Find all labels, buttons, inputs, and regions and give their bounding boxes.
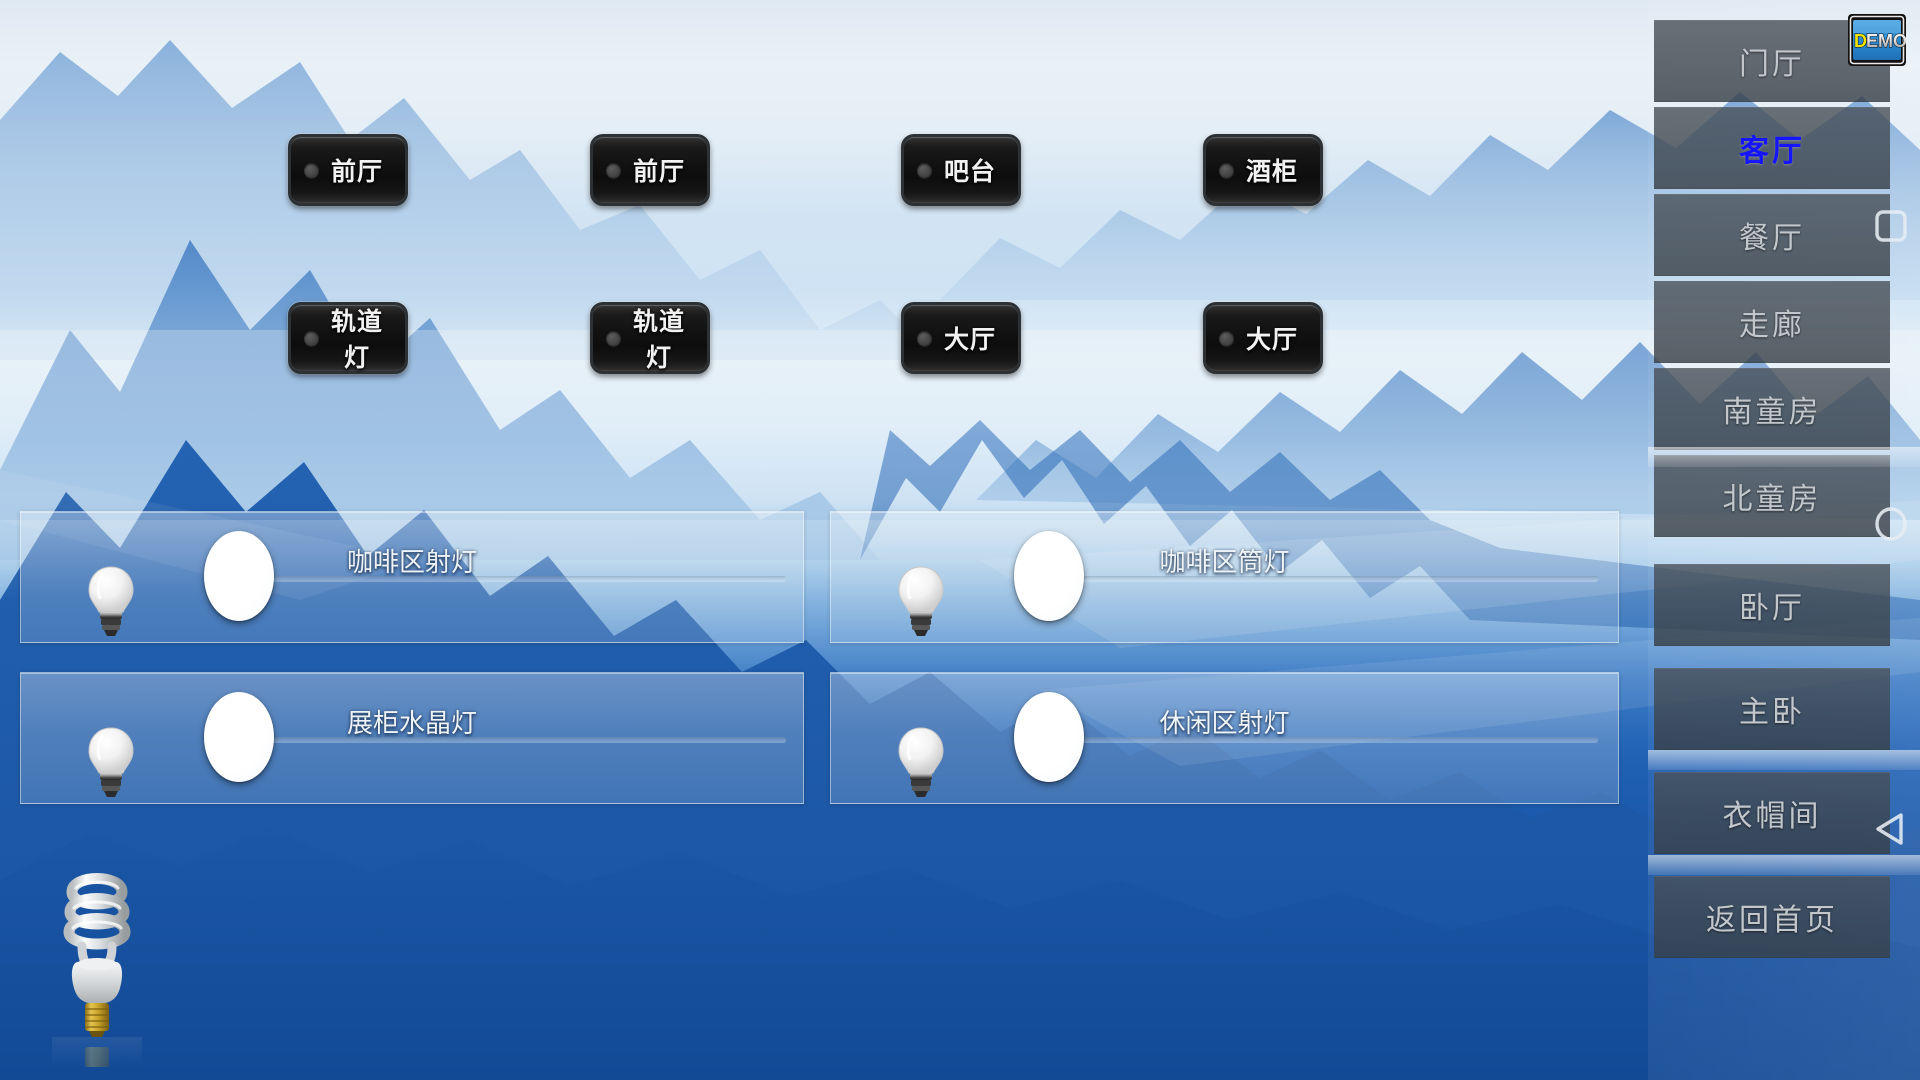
dimmer-knob[interactable]	[1014, 692, 1084, 782]
dimmer-track[interactable]	[256, 576, 786, 581]
led-indicator-icon	[917, 330, 932, 346]
led-indicator-icon	[606, 162, 621, 178]
sidebar-sheen-strip	[1648, 855, 1920, 875]
scene-button-label: 酒柜	[1245, 158, 1298, 186]
incandescent-bulb-icon	[88, 727, 134, 797]
scene-button-0[interactable]: 前厅	[288, 134, 408, 206]
dimmer-knob[interactable]	[1014, 531, 1084, 621]
sidebar-item-label: 门厅	[1739, 48, 1805, 81]
app-root: 前厅 前厅 吧台 酒柜 轨道灯 轨道灯 大厅 大厅 咖啡区射灯 咖啡区筒灯 展柜…	[0, 0, 1920, 1080]
dimmer-title: 休闲区射灯	[1159, 708, 1290, 738]
scene-button-label: 轨道灯	[632, 308, 685, 372]
led-indicator-icon	[917, 162, 932, 178]
dimmer-title: 咖啡区筒灯	[1159, 547, 1290, 577]
dimmer-panel-0[interactable]: 咖啡区射灯	[20, 511, 804, 643]
sidebar-item-9[interactable]: 返回首页	[1654, 876, 1890, 958]
sidebar-item-5[interactable]: 北童房	[1654, 455, 1890, 537]
dimmer-track[interactable]	[1066, 737, 1598, 742]
dimmer-track[interactable]	[256, 737, 786, 742]
scene-button-label: 大厅	[1245, 326, 1298, 354]
dimmer-title: 咖啡区射灯	[346, 547, 477, 577]
scene-button-7[interactable]: 大厅	[1203, 302, 1323, 374]
sidebar-item-label: 返回首页	[1706, 904, 1838, 937]
sidebar-item-2[interactable]: 餐厅	[1654, 194, 1890, 276]
sidebar-item-6[interactable]: 卧厅	[1654, 564, 1890, 646]
sidebar-item-label: 主卧	[1739, 696, 1805, 729]
sidebar-item-label: 南童房	[1722, 396, 1822, 429]
demo-logo-letters-emo: EMO	[1866, 31, 1906, 51]
dimmer-track[interactable]	[1066, 576, 1598, 581]
dimmer-panel-3[interactable]: 休闲区射灯	[830, 672, 1619, 804]
back-triangle-icon[interactable]	[1868, 808, 1914, 850]
scene-button-3[interactable]: 酒柜	[1203, 134, 1323, 206]
recents-square-icon[interactable]	[1868, 205, 1914, 247]
led-indicator-icon	[304, 162, 319, 178]
led-indicator-icon	[1219, 330, 1234, 346]
sidebar-item-label: 走廊	[1739, 309, 1805, 342]
scene-button-5[interactable]: 轨道灯	[590, 302, 710, 374]
incandescent-bulb-icon	[88, 566, 134, 636]
sidebar-item-label: 衣帽间	[1722, 800, 1822, 833]
dimmer-panel-1[interactable]: 咖啡区筒灯	[830, 511, 1619, 643]
sidebar-item-1[interactable]: 客厅	[1654, 107, 1890, 189]
sidebar-item-3[interactable]: 走廊	[1654, 281, 1890, 363]
sidebar-item-label: 餐厅	[1739, 222, 1805, 255]
scene-button-label: 前厅	[632, 158, 685, 186]
led-indicator-icon	[1219, 162, 1234, 178]
sidebar-item-label: 北童房	[1722, 483, 1822, 516]
incandescent-bulb-icon	[898, 566, 944, 636]
scene-button-1[interactable]: 前厅	[590, 134, 710, 206]
dimmer-knob[interactable]	[204, 531, 274, 621]
sidebar-item-7[interactable]: 主卧	[1654, 668, 1890, 750]
demo-logo[interactable]: D EMO	[1848, 14, 1906, 66]
dimmer-title: 展柜水晶灯	[346, 708, 477, 738]
scene-button-2[interactable]: 吧台	[901, 134, 1021, 206]
scene-button-label: 前厅	[330, 158, 383, 186]
sidebar-item-8[interactable]: 衣帽间	[1654, 772, 1890, 854]
sidebar-item-label: 卧厅	[1739, 592, 1805, 625]
sidebar-item-4[interactable]: 南童房	[1654, 368, 1890, 450]
sidebar-item-label: 客厅	[1739, 135, 1805, 168]
dimmer-knob[interactable]	[204, 692, 274, 782]
incandescent-bulb-icon	[898, 727, 944, 797]
scene-button-6[interactable]: 大厅	[901, 302, 1021, 374]
home-circle-icon[interactable]	[1868, 503, 1914, 545]
scene-button-label: 大厅	[943, 326, 996, 354]
led-indicator-icon	[606, 330, 621, 346]
led-indicator-icon	[304, 330, 319, 346]
scene-button-label: 吧台	[943, 158, 996, 186]
scene-button-label: 轨道灯	[330, 308, 383, 372]
sidebar-sheen-strip	[1648, 750, 1920, 770]
scene-button-4[interactable]: 轨道灯	[288, 302, 408, 374]
dimmer-panel-2[interactable]: 展柜水晶灯	[20, 672, 804, 804]
